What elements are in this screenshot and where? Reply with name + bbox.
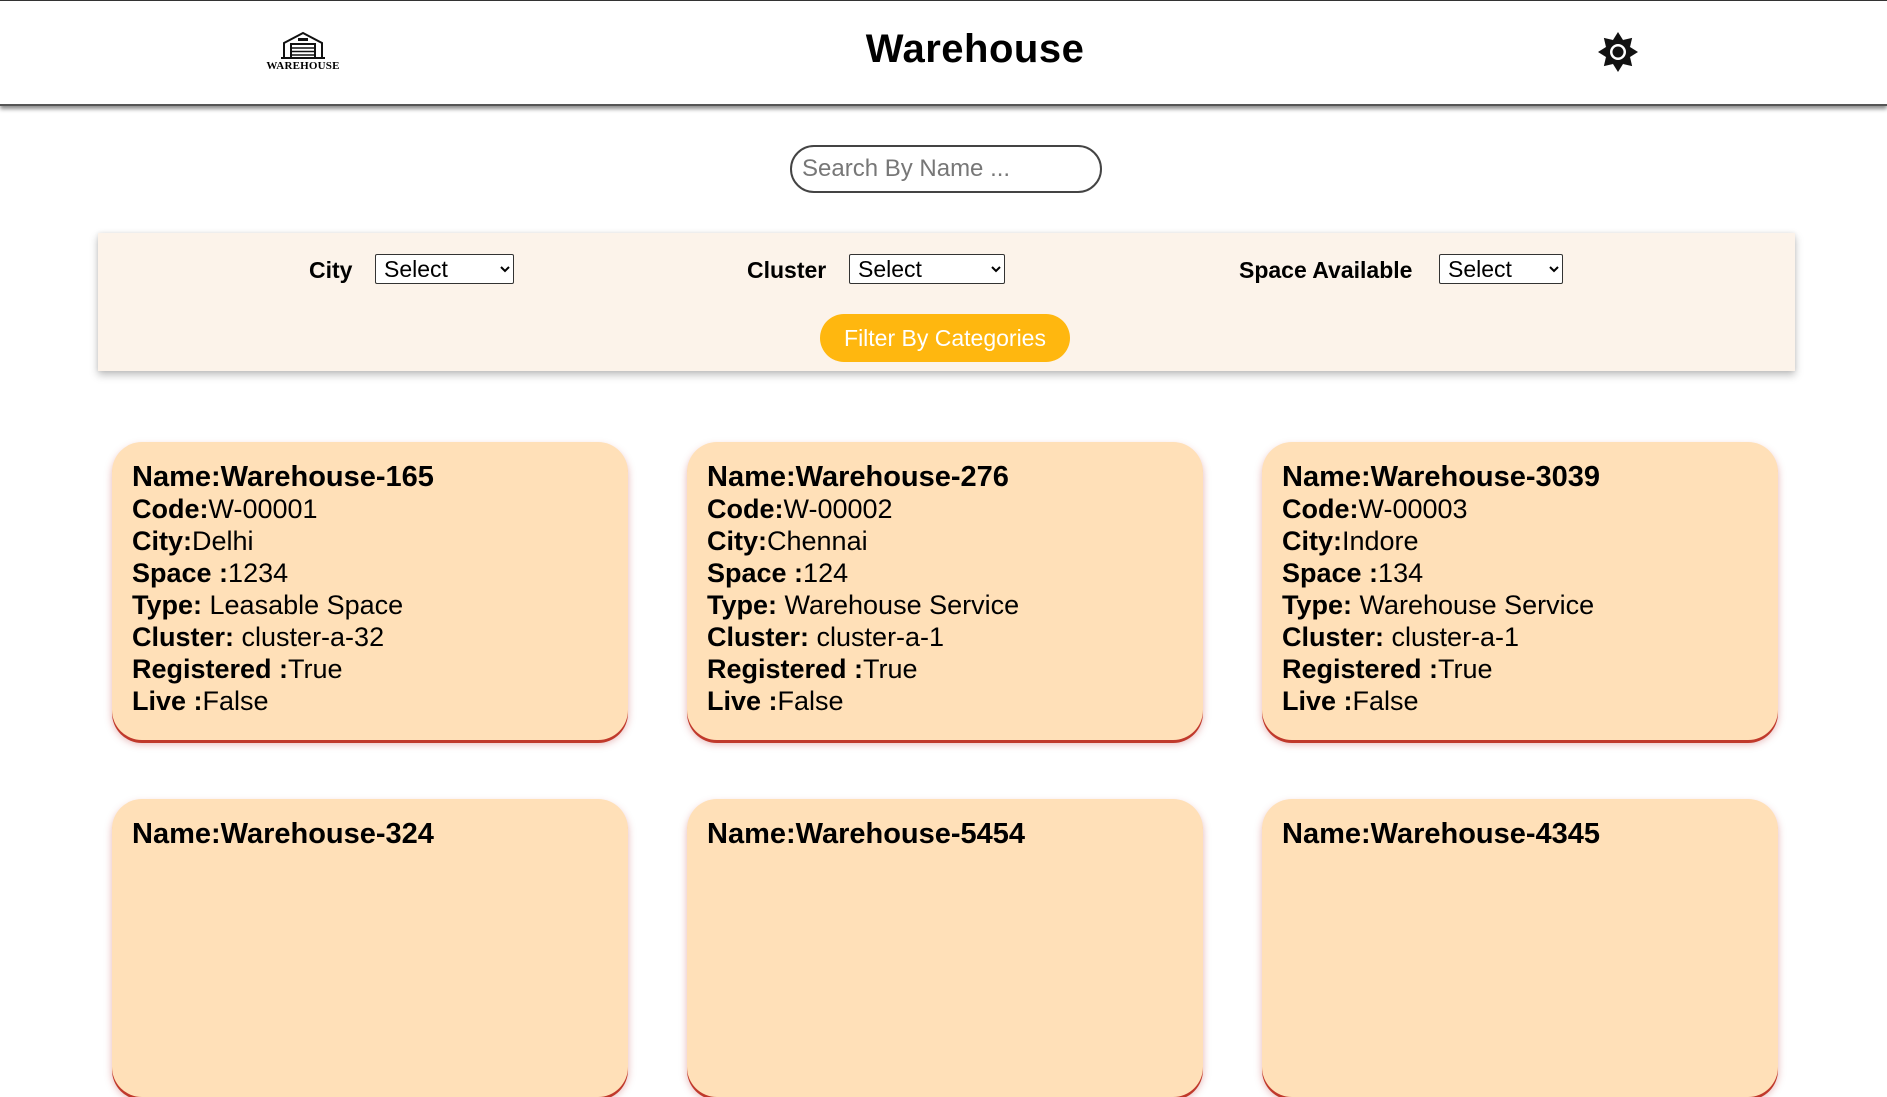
card-type-line: Type: Warehouse Service	[1282, 589, 1758, 621]
code-label: Code:	[1282, 494, 1359, 524]
name-label: Name:	[132, 818, 221, 850]
card-city-line: City:Indore	[1282, 525, 1758, 557]
card-code: W-00001	[208, 494, 318, 524]
card-city-line: City:Chennai	[707, 525, 1183, 557]
card-code-line: Code:W-00002	[707, 493, 1183, 525]
warehouse-card-grid: Name:Warehouse-165 Code:W-00001 City:Del…	[0, 0, 1887, 1097]
city-label: City:	[707, 526, 767, 556]
card-live: False	[202, 686, 269, 716]
city-label: City:	[132, 526, 192, 556]
registered-label: Registered :	[707, 654, 864, 684]
card-city: Chennai	[767, 526, 868, 556]
card-cluster-line: Cluster: cluster-a-1	[707, 621, 1183, 653]
cluster-label: Cluster:	[132, 622, 242, 652]
card-name-line: Name:Warehouse-165	[132, 460, 608, 494]
card-city: Indore	[1342, 526, 1419, 556]
card-type: Leasable Space	[209, 590, 404, 620]
card-space-line: Space :124	[707, 557, 1183, 589]
card-registered-line: Registered :True	[1282, 653, 1758, 685]
warehouse-card[interactable]: Name:Warehouse-4345	[1262, 799, 1778, 1097]
card-registered: True	[1438, 654, 1493, 684]
card-name: Warehouse-5454	[795, 818, 1026, 850]
card-space-line: Space :134	[1282, 557, 1758, 589]
city-label: City:	[1282, 526, 1342, 556]
name-label: Name:	[707, 818, 796, 850]
card-type-line: Type: Leasable Space	[132, 589, 608, 621]
warehouse-card[interactable]: Name:Warehouse-165 Code:W-00001 City:Del…	[112, 442, 628, 740]
space-label: Space :	[707, 558, 804, 588]
cluster-label: Cluster:	[707, 622, 817, 652]
registered-label: Registered :	[1282, 654, 1439, 684]
name-label: Name:	[1282, 461, 1371, 493]
card-city-line: City:Delhi	[132, 525, 608, 557]
card-space: 1234	[228, 558, 289, 588]
type-label: Type:	[132, 590, 210, 620]
name-label: Name:	[132, 461, 221, 493]
card-registered: True	[288, 654, 343, 684]
warehouse-card[interactable]: Name:Warehouse-276 Code:W-00002 City:Che…	[687, 442, 1203, 740]
card-registered: True	[863, 654, 918, 684]
card-name: Warehouse-165	[220, 461, 434, 493]
card-live: False	[1352, 686, 1419, 716]
space-label: Space :	[132, 558, 229, 588]
space-label: Space :	[1282, 558, 1379, 588]
card-cluster: cluster-a-1	[816, 622, 945, 652]
card-name: Warehouse-4345	[1370, 818, 1601, 850]
name-label: Name:	[1282, 818, 1371, 850]
card-type-line: Type: Warehouse Service	[707, 589, 1183, 621]
card-live-line: Live :False	[707, 685, 1183, 717]
warehouse-card[interactable]: Name:Warehouse-5454	[687, 799, 1203, 1097]
live-label: Live :	[132, 686, 203, 716]
card-cluster: cluster-a-32	[241, 622, 385, 652]
card-city: Delhi	[192, 526, 254, 556]
code-label: Code:	[132, 494, 209, 524]
card-name-line: Name:Warehouse-3039	[1282, 460, 1758, 494]
card-live-line: Live :False	[132, 685, 608, 717]
card-name: Warehouse-324	[220, 818, 434, 850]
card-space: 134	[1378, 558, 1424, 588]
card-type: Warehouse Service	[784, 590, 1020, 620]
card-cluster: cluster-a-1	[1391, 622, 1520, 652]
card-name-line: Name:Warehouse-276	[707, 460, 1183, 494]
card-cluster-line: Cluster: cluster-a-32	[132, 621, 608, 653]
card-code-line: Code:W-00003	[1282, 493, 1758, 525]
card-live-line: Live :False	[1282, 685, 1758, 717]
card-space-line: Space :1234	[132, 557, 608, 589]
card-name-line: Name:Warehouse-4345	[1282, 817, 1758, 851]
name-label: Name:	[707, 461, 796, 493]
registered-label: Registered :	[132, 654, 289, 684]
card-code-line: Code:W-00001	[132, 493, 608, 525]
card-type: Warehouse Service	[1359, 590, 1595, 620]
code-label: Code:	[707, 494, 784, 524]
warehouse-card[interactable]: Name:Warehouse-3039 Code:W-00003 City:In…	[1262, 442, 1778, 740]
card-code: W-00003	[1358, 494, 1468, 524]
card-name-line: Name:Warehouse-324	[132, 817, 608, 851]
live-label: Live :	[707, 686, 778, 716]
type-label: Type:	[1282, 590, 1360, 620]
card-cluster-line: Cluster: cluster-a-1	[1282, 621, 1758, 653]
card-registered-line: Registered :True	[132, 653, 608, 685]
live-label: Live :	[1282, 686, 1353, 716]
card-code: W-00002	[783, 494, 893, 524]
card-name-line: Name:Warehouse-5454	[707, 817, 1183, 851]
cluster-label: Cluster:	[1282, 622, 1392, 652]
warehouse-card[interactable]: Name:Warehouse-324	[112, 799, 628, 1097]
card-live: False	[777, 686, 844, 716]
card-name: Warehouse-3039	[1370, 461, 1601, 493]
card-name: Warehouse-276	[795, 461, 1009, 493]
card-space: 124	[803, 558, 849, 588]
type-label: Type:	[707, 590, 785, 620]
card-registered-line: Registered :True	[707, 653, 1183, 685]
